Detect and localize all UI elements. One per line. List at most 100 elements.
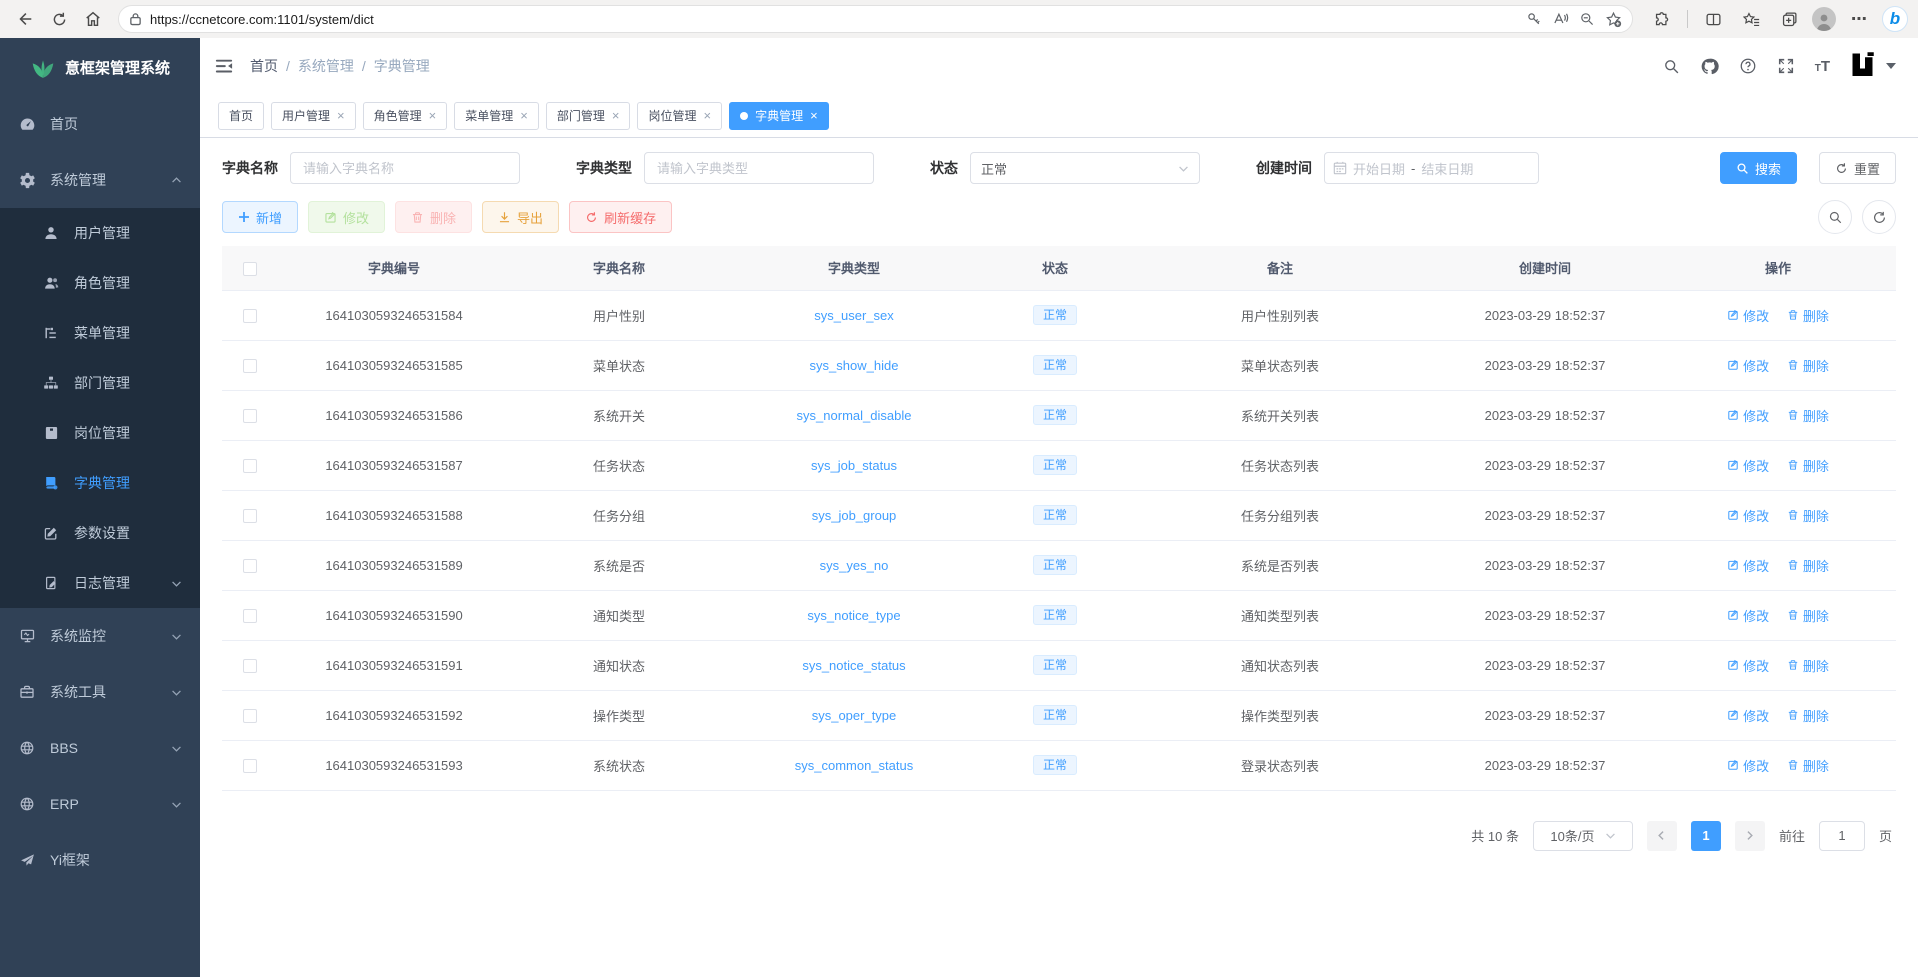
tab-close-icon[interactable]: × — [337, 109, 345, 122]
dict-type-link[interactable]: sys_common_status — [795, 758, 914, 773]
collections-icon[interactable] — [1774, 4, 1804, 34]
fullscreen-icon[interactable] — [1777, 57, 1795, 75]
help-icon[interactable] — [1739, 57, 1757, 75]
breadcrumb-system[interactable]: 系统管理 — [298, 58, 354, 74]
tab-post-mgmt[interactable]: 岗位管理× — [637, 102, 722, 130]
zoom-out-icon[interactable] — [1579, 11, 1595, 27]
back-icon[interactable] — [10, 4, 40, 34]
tab-dept-mgmt[interactable]: 部门管理× — [546, 102, 631, 130]
row-checkbox[interactable] — [243, 609, 257, 623]
sidebar-item-monitor[interactable]: 系统监控 — [0, 608, 200, 664]
dict-type-link[interactable]: sys_oper_type — [812, 708, 897, 723]
lock-icon[interactable] — [129, 12, 142, 26]
row-checkbox[interactable] — [243, 759, 257, 773]
row-edit-link[interactable]: 修改 — [1727, 606, 1769, 625]
goto-page-input[interactable] — [1819, 821, 1865, 851]
sidebar-item-post-mgmt[interactable]: 岗位管理 — [0, 408, 200, 458]
row-delete-link[interactable]: 删除 — [1787, 656, 1829, 675]
bing-chat-icon[interactable]: b — [1882, 6, 1908, 32]
end-date-placeholder[interactable]: 结束日期 — [1421, 159, 1473, 178]
row-checkbox[interactable] — [243, 309, 257, 323]
row-edit-link[interactable]: 修改 — [1727, 406, 1769, 425]
breadcrumb-home[interactable]: 首页 — [250, 58, 278, 74]
sidebar-collapse-icon[interactable] — [214, 57, 234, 75]
dict-type-link[interactable]: sys_normal_disable — [797, 408, 912, 423]
dict-type-link[interactable]: sys_notice_status — [802, 658, 905, 673]
tab-close-icon[interactable]: × — [703, 109, 711, 122]
export-button[interactable]: 导出 — [482, 201, 559, 233]
font-size-icon[interactable]: TT — [1815, 58, 1830, 75]
tab-user-mgmt[interactable]: 用户管理× — [271, 102, 356, 130]
prev-page-button[interactable] — [1647, 821, 1677, 851]
split-screen-icon[interactable] — [1698, 4, 1728, 34]
dict-type-link[interactable]: sys_job_group — [812, 508, 897, 523]
dict-name-input[interactable] — [290, 152, 520, 184]
extensions-icon[interactable] — [1647, 4, 1677, 34]
profile-logo[interactable] — [1850, 51, 1896, 81]
sidebar-item-home[interactable]: 首页 — [0, 96, 200, 152]
row-delete-link[interactable]: 删除 — [1787, 606, 1829, 625]
sidebar-item-dict-mgmt[interactable]: 字典管理 — [0, 458, 200, 508]
more-menu-icon[interactable]: ⋯ — [1844, 4, 1874, 34]
page-size-select[interactable]: 10条/页 — [1533, 821, 1633, 851]
refresh-table-button[interactable] — [1862, 200, 1896, 234]
refresh-icon[interactable] — [44, 4, 74, 34]
row-checkbox[interactable] — [243, 409, 257, 423]
date-range-picker[interactable]: 开始日期 - 结束日期 — [1324, 152, 1539, 184]
password-key-icon[interactable] — [1526, 11, 1542, 27]
row-delete-link[interactable]: 删除 — [1787, 356, 1829, 375]
row-checkbox[interactable] — [243, 509, 257, 523]
read-aloud-icon[interactable] — [1552, 11, 1569, 27]
row-checkbox[interactable] — [243, 459, 257, 473]
sidebar-item-dept-mgmt[interactable]: 部门管理 — [0, 358, 200, 408]
row-delete-link[interactable]: 删除 — [1787, 756, 1829, 775]
dict-type-link[interactable]: sys_yes_no — [820, 558, 889, 573]
tab-close-icon[interactable]: × — [429, 109, 437, 122]
sidebar-item-bbs[interactable]: BBS — [0, 720, 200, 776]
home-icon[interactable] — [78, 4, 108, 34]
favorites-bar-icon[interactable] — [1736, 4, 1766, 34]
header-search-icon[interactable] — [1663, 58, 1680, 75]
sidebar-item-menu-mgmt[interactable]: 菜单管理 — [0, 308, 200, 358]
row-delete-link[interactable]: 删除 — [1787, 706, 1829, 725]
tab-home[interactable]: 首页 — [218, 102, 264, 130]
row-edit-link[interactable]: 修改 — [1727, 656, 1769, 675]
sidebar-item-erp[interactable]: ERP — [0, 776, 200, 832]
github-icon[interactable] — [1700, 57, 1719, 76]
row-delete-link[interactable]: 删除 — [1787, 456, 1829, 475]
status-select[interactable]: 正常 — [970, 152, 1200, 184]
row-checkbox[interactable] — [243, 659, 257, 673]
row-edit-link[interactable]: 修改 — [1727, 556, 1769, 575]
sidebar-item-param-settings[interactable]: 参数设置 — [0, 508, 200, 558]
dict-type-link[interactable]: sys_notice_type — [807, 608, 900, 623]
select-all-checkbox[interactable] — [243, 262, 257, 276]
add-button[interactable]: 新增 — [222, 201, 298, 233]
row-checkbox[interactable] — [243, 359, 257, 373]
address-bar[interactable]: https://ccnetcore.com:1101/system/dict — [118, 5, 1633, 33]
tab-close-icon[interactable]: × — [612, 109, 620, 122]
next-page-button[interactable] — [1735, 821, 1765, 851]
row-checkbox[interactable] — [243, 559, 257, 573]
row-edit-link[interactable]: 修改 — [1727, 456, 1769, 475]
show-search-toggle-button[interactable] — [1818, 200, 1852, 234]
dict-type-input[interactable] — [644, 152, 874, 184]
row-delete-link[interactable]: 删除 — [1787, 556, 1829, 575]
sidebar-item-system[interactable]: 系统管理 — [0, 152, 200, 208]
sidebar-item-role-mgmt[interactable]: 角色管理 — [0, 258, 200, 308]
sidebar-item-user-mgmt[interactable]: 用户管理 — [0, 208, 200, 258]
refresh-cache-button[interactable]: 刷新缓存 — [569, 201, 672, 233]
row-edit-link[interactable]: 修改 — [1727, 356, 1769, 375]
row-edit-link[interactable]: 修改 — [1727, 706, 1769, 725]
row-checkbox[interactable] — [243, 709, 257, 723]
tab-dict-mgmt[interactable]: 字典管理× — [729, 102, 829, 130]
row-edit-link[interactable]: 修改 — [1727, 756, 1769, 775]
sidebar-item-log-mgmt[interactable]: 日志管理 — [0, 558, 200, 608]
url-text[interactable]: https://ccnetcore.com:1101/system/dict — [150, 12, 1518, 27]
search-button[interactable]: 搜索 — [1720, 152, 1797, 184]
edit-button[interactable]: 修改 — [308, 201, 385, 233]
dict-type-link[interactable]: sys_job_status — [811, 458, 897, 473]
dict-type-link[interactable]: sys_show_hide — [810, 358, 899, 373]
sidebar-item-tools[interactable]: 系统工具 — [0, 664, 200, 720]
tab-menu-mgmt[interactable]: 菜单管理× — [454, 102, 539, 130]
row-delete-link[interactable]: 删除 — [1787, 506, 1829, 525]
